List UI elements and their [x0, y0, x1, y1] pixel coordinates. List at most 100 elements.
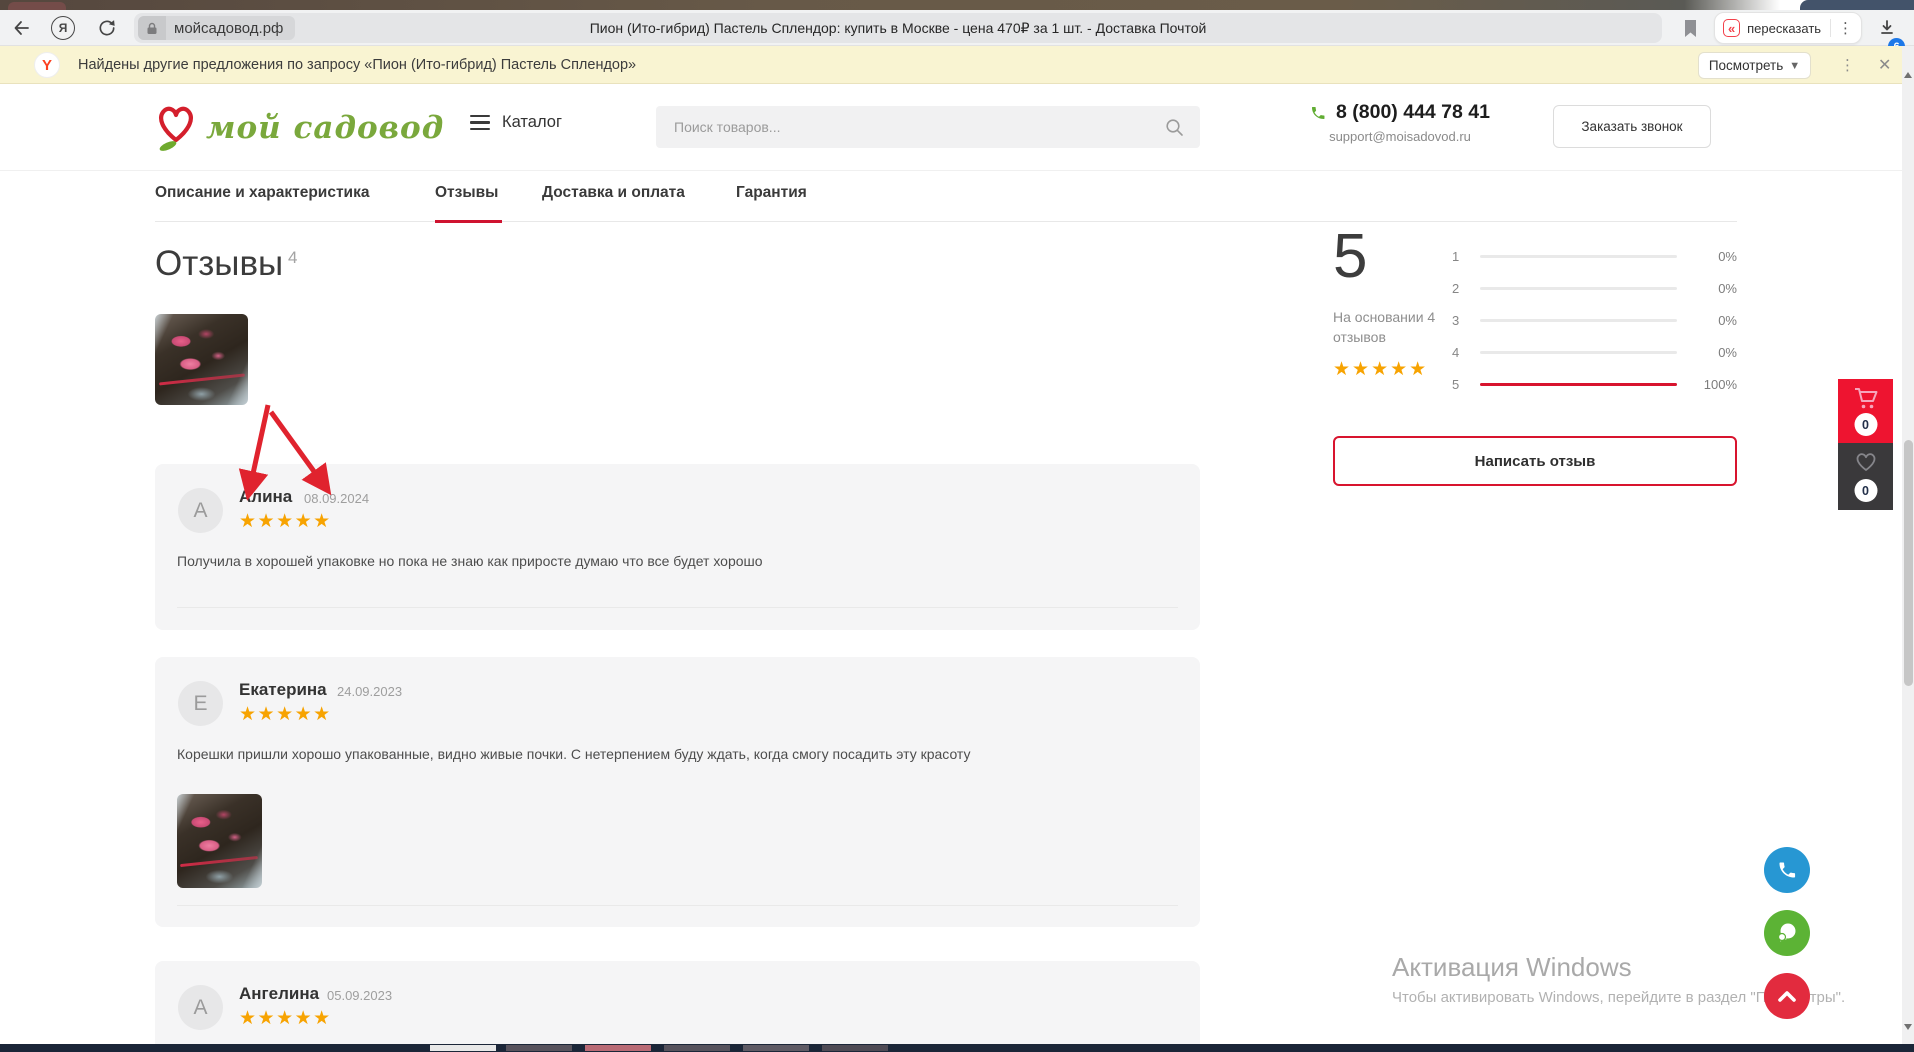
order-call-button[interactable]: Заказать звонок — [1553, 105, 1711, 148]
review-date: 24.09.2023 — [337, 684, 402, 699]
rating-bar-row: 5 100% — [1452, 376, 1737, 392]
scrollbar-down-arrow[interactable] — [1904, 1024, 1912, 1030]
retell-menu-dots[interactable]: ⋮ — [1838, 19, 1853, 37]
contact-block: 8 (800) 444 78 41 support@moisadovod.ru — [1280, 101, 1520, 144]
bar-score: 2 — [1452, 281, 1459, 296]
scrollbar-thumb[interactable] — [1904, 440, 1913, 686]
review-photo[interactable] — [177, 794, 262, 888]
review-stars: ★★★★★ — [239, 1007, 332, 1030]
tab-warranty[interactable]: Гарантия — [736, 184, 807, 202]
review-divider — [177, 905, 1178, 906]
notification-close-icon[interactable]: ✕ — [1878, 55, 1891, 75]
bar-percent: 0% — [1685, 313, 1737, 328]
retell-quote-icon: « — [1723, 19, 1740, 37]
tab-reviews[interactable]: Отзывы — [435, 184, 498, 202]
bar-percent: 0% — [1685, 345, 1737, 360]
chevron-up-icon — [1776, 989, 1798, 1003]
bar-percent: 0% — [1685, 281, 1737, 296]
review-date: 05.09.2023 — [327, 988, 392, 1003]
site-header: мой садовод Каталог 8 (800) 444 78 41 su… — [0, 84, 1902, 171]
reviews-count: 4 — [288, 248, 297, 268]
catalog-label: Каталог — [502, 113, 562, 132]
taskbar-item[interactable] — [585, 1045, 651, 1051]
active-tab-underline — [435, 220, 502, 223]
cart-icon — [1853, 387, 1879, 411]
rating-bar-row: 1 0% — [1452, 248, 1737, 264]
favorites-widget[interactable]: 0 — [1838, 443, 1893, 510]
review-stars: ★★★★★ — [239, 510, 332, 533]
domain-pill[interactable]: мойсадовод.рф — [138, 16, 295, 40]
back-arrow-icon — [12, 18, 32, 38]
scroll-top-fab-button[interactable] — [1764, 973, 1810, 1019]
site-logo[interactable]: мой садовод — [152, 102, 444, 154]
yandex-profile-button[interactable]: Я — [48, 10, 78, 46]
bar-track — [1480, 383, 1677, 386]
tab-delivery[interactable]: Доставка и оплата — [542, 184, 685, 202]
reviews-heading: Отзывы — [155, 244, 283, 284]
taskbar-sliver — [0, 1044, 1914, 1052]
back-button[interactable] — [8, 10, 36, 46]
chat-icon — [1775, 922, 1799, 944]
retell-pill[interactable]: « пересказать ⋮ — [1714, 12, 1862, 44]
bar-percent: 100% — [1685, 377, 1737, 392]
phone-number[interactable]: 8 (800) 444 78 41 — [1336, 101, 1490, 124]
lock-icon — [146, 22, 158, 35]
page-title: Пион (Ито-гибрид) Пастель Сплендор: купи… — [134, 20, 1662, 37]
review-stars: ★★★★★ — [239, 703, 332, 726]
search-box — [656, 106, 1200, 148]
taskbar-item[interactable] — [743, 1045, 809, 1051]
taskbar-item[interactable] — [506, 1045, 572, 1051]
view-offers-label: Посмотреть — [1709, 58, 1783, 73]
bar-score: 4 — [1452, 345, 1459, 360]
heart-logo-icon — [152, 102, 200, 154]
bookmark-button[interactable] — [1678, 10, 1702, 46]
browser-tabstrip — [0, 0, 1914, 10]
review-gallery-photo[interactable] — [155, 314, 248, 405]
retell-label: пересказать — [1747, 21, 1821, 36]
taskbar-item[interactable] — [822, 1045, 888, 1051]
average-rating: 5 — [1333, 226, 1367, 288]
download-icon — [1878, 19, 1896, 37]
chat-fab-button[interactable] — [1764, 910, 1810, 956]
review-card: А Ангелина 05.09.2023 ★★★★★ — [155, 961, 1200, 1052]
avatar: Е — [178, 681, 223, 726]
avatar: А — [178, 985, 223, 1030]
browser-tab-left[interactable] — [8, 2, 66, 10]
notification-menu-dots[interactable]: ⋮ — [1840, 56, 1855, 74]
search-icon[interactable] — [1165, 118, 1184, 137]
refresh-button[interactable] — [92, 10, 122, 46]
reviewer-name: Ангелина — [239, 984, 319, 1004]
catalog-menu-button[interactable]: Каталог — [470, 113, 562, 132]
bar-fill — [1480, 383, 1677, 386]
screen: Я Пион (Ито-гибрид) Пастель Сплендор: ку… — [0, 0, 1914, 1052]
annotation-arrows — [218, 400, 358, 512]
notification-bar: Y Найдены другие предложения по запросу … — [0, 46, 1902, 84]
product-tabs: Описание и характеристика Отзывы Доставк… — [155, 184, 1737, 222]
url-bar[interactable]: Пион (Ито-гибрид) Пастель Сплендор: купи… — [134, 13, 1662, 43]
taskbar-item[interactable] — [430, 1045, 496, 1051]
review-text: Корешки пришли хорошо упакованные, видно… — [177, 746, 971, 762]
taskbar-item[interactable] — [664, 1045, 730, 1051]
write-review-button[interactable]: Написать отзыв — [1333, 436, 1737, 486]
cart-widget[interactable]: 0 — [1838, 379, 1893, 443]
support-email[interactable]: support@moisadovod.ru — [1280, 129, 1520, 144]
url-domain: мойсадовод.рф — [174, 20, 283, 37]
scrollbar[interactable] — [1902, 46, 1914, 1044]
pill-separator — [1830, 19, 1831, 37]
view-offers-button[interactable]: Посмотреть ▼ — [1698, 52, 1811, 79]
bar-track — [1480, 351, 1677, 354]
rating-bar-row: 3 0% — [1452, 312, 1737, 328]
yandex-y-icon: Y — [34, 52, 60, 78]
review-divider — [177, 607, 1178, 608]
review-text: Получила в хорошей упаковке но пока не з… — [177, 553, 763, 569]
tab-description[interactable]: Описание и характеристика — [155, 184, 369, 202]
call-fab-button[interactable] — [1764, 847, 1810, 893]
scrollbar-up-arrow[interactable] — [1904, 72, 1912, 78]
tabs-baseline — [155, 221, 1737, 222]
browser-toolbar: Я Пион (Ито-гибрид) Пастель Сплендор: ку… — [0, 10, 1914, 46]
hamburger-icon — [470, 115, 490, 130]
search-input[interactable] — [656, 119, 1165, 135]
browser-tab-right[interactable] — [1800, 0, 1914, 10]
lock-chip[interactable] — [138, 16, 166, 40]
rating-bar-row: 2 0% — [1452, 280, 1737, 296]
